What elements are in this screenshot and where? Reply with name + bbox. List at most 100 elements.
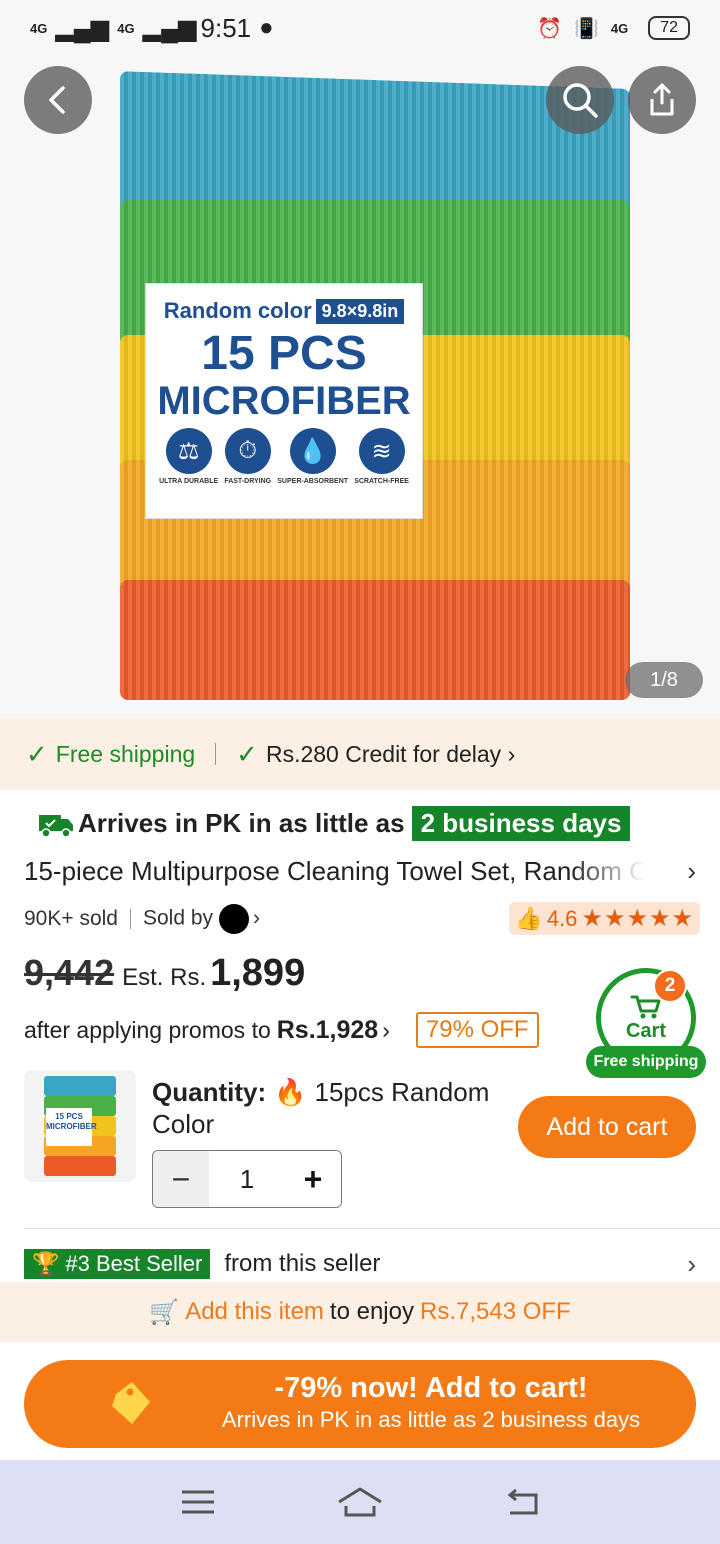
feature-label: SUPER-ABSORBENT	[277, 478, 349, 485]
promo-text: after applying promos to	[24, 1016, 271, 1043]
system-nav-bar	[0, 1460, 720, 1544]
delay-credit-link[interactable]: Rs.280 Credit for delay ›	[266, 741, 515, 768]
rating-stars: ★★★★★	[581, 905, 694, 932]
label-pcs: 15 PCS	[201, 327, 367, 380]
thumbs-up-icon: 👍	[515, 905, 543, 931]
est-label: Est. Rs.	[122, 964, 207, 991]
promo-banner[interactable]: 🛒 Add this item to enjoy Rs.7,543 OFF	[0, 1282, 720, 1342]
thumb-label: 15 PCS MICROFIBER	[46, 1108, 97, 1146]
promo-row[interactable]: after applying promos to Rs.1,928 › 79% …	[24, 1012, 539, 1048]
droplet-icon: 💧	[289, 428, 336, 474]
battery-indicator: 72	[648, 16, 690, 40]
chevron-right-icon: ›	[507, 740, 516, 767]
alarm-icon: ⏰	[537, 17, 562, 40]
increase-button[interactable]: +	[285, 1151, 341, 1207]
product-title: 15-piece Multipurpose Cleaning Towel Set…	[24, 856, 646, 886]
sold-count: 90K+ sold	[24, 906, 118, 930]
trophy-icon: 🏆	[32, 1251, 60, 1276]
best-seller-row[interactable]: 🏆 #3 Best Seller from this seller ›	[24, 1248, 696, 1280]
variant-thumbnail[interactable]: 15 PCS MICROFIBER	[24, 1070, 136, 1182]
back-button[interactable]	[24, 66, 92, 134]
original-price: 9,442	[24, 952, 115, 993]
delay-credit-label: Rs.280 Credit for delay	[265, 740, 502, 767]
timer-icon: ⏱	[224, 428, 271, 474]
divider	[215, 743, 217, 765]
rating-badge[interactable]: 👍 4.6 ★★★★★	[509, 902, 700, 935]
signal-label-1: 4G	[30, 20, 48, 36]
add-to-cart-button[interactable]: Add to cart	[518, 1096, 696, 1158]
signal-bars-icon: ▂▄▆	[142, 14, 197, 42]
feature-label: ULTRA DURABLE	[159, 478, 219, 485]
current-price: 1,899	[210, 952, 306, 994]
cart-count-badge: 2	[653, 969, 687, 1003]
quantity-block: 15 PCS MICROFIBER Quantity: 🔥 15pcs Random…	[24, 1070, 696, 1220]
chevron-right-icon: ›	[687, 856, 696, 886]
label-random-color: Random color	[163, 298, 312, 323]
cta-headline: -79% now! Add to cart!	[274, 1372, 588, 1404]
back-nav-icon[interactable]	[504, 1487, 540, 1517]
free-shipping-label: Free shipping	[55, 740, 196, 767]
price-tag-icon	[112, 1382, 150, 1424]
back-arrow-icon	[49, 86, 65, 114]
best-seller-label: #3 Best Seller	[65, 1251, 203, 1276]
check-icon: ✓	[236, 738, 258, 769]
home-icon[interactable]	[336, 1486, 384, 1518]
best-seller-text: from this seller	[224, 1250, 381, 1277]
share-icon	[650, 83, 674, 116]
section-divider	[24, 1228, 720, 1229]
chevron-right-icon: ›	[687, 1248, 696, 1279]
divider	[130, 908, 131, 929]
clock: 9:51	[200, 12, 252, 43]
notification-icon: ●	[259, 14, 274, 41]
seller-avatar	[219, 903, 250, 934]
weight-icon: ⚖	[165, 428, 212, 474]
quantity-label-row: Quantity: 🔥 15pcs Random Color	[152, 1076, 512, 1140]
cart-label: Cart	[625, 1019, 666, 1042]
flame-icon: 🔥	[274, 1077, 307, 1107]
sold-by-label: Sold by	[143, 906, 214, 930]
cta-subline: Arrives in PK in as little as 2 business…	[221, 1407, 641, 1432]
promo-banner-amount: Rs.7,543 OFF	[419, 1298, 571, 1325]
scratch-icon: ≋	[358, 428, 405, 474]
check-icon: ✓	[26, 738, 48, 769]
seller-link[interactable]: Sold by ›	[143, 903, 261, 934]
best-seller-badge: 🏆 #3 Best Seller	[24, 1249, 211, 1279]
quantity-stepper: − 1 +	[152, 1150, 342, 1208]
delivery-prefix: Arrives in PK in as little as	[78, 808, 405, 838]
delivery-days-badge: 2 business days	[411, 806, 631, 841]
package-label: Random color 9.8×9.8in 15 PCS MICROFIBER…	[145, 283, 423, 519]
promo-banner-link: Add this item	[185, 1298, 324, 1325]
promo-banner-middle: to enjoy	[329, 1298, 414, 1325]
signal-label-2: 4G	[117, 20, 135, 36]
truck-icon	[39, 814, 73, 838]
image-counter: 1/8	[625, 662, 703, 698]
promo-price: Rs.1,928	[276, 1015, 379, 1044]
feature-label: SCRATCH-FREE	[354, 478, 409, 485]
rating-value: 4.6	[546, 905, 578, 931]
decrease-button[interactable]: −	[153, 1151, 209, 1207]
status-bar: 4G ▂▄▆ 4G ▂▄▆ 9:51 ● ⏰ 📳 4G 72	[0, 0, 720, 56]
cart-plus-icon: 🛒	[149, 1298, 180, 1326]
feature-label: FAST-DRYING	[224, 478, 272, 485]
add-to-cart-cta[interactable]: -79% now! Add to cart! Arrives in PK in …	[24, 1360, 696, 1448]
signal-bars-icon: ▂▄▆	[55, 14, 110, 42]
thumb-band	[44, 1076, 116, 1096]
chevron-right-icon: ›	[382, 1016, 390, 1043]
delivery-estimate: Arrives in PK in as little as 2 business…	[38, 806, 631, 841]
search-button[interactable]	[546, 66, 614, 134]
vibrate-icon: 📳	[573, 17, 599, 40]
menu-icon[interactable]	[180, 1488, 216, 1516]
label-size: 9.8×9.8in	[315, 298, 405, 324]
price-row: 9,442 Est. Rs. 1,899	[24, 952, 305, 995]
label-microfiber: MICROFIBER	[157, 379, 411, 423]
quantity-value[interactable]: 1	[209, 1151, 285, 1207]
share-button[interactable]	[628, 66, 696, 134]
quantity-label: Quantity:	[152, 1077, 267, 1107]
thumb-band	[44, 1156, 116, 1176]
product-title-row[interactable]: 15-piece Multipurpose Cleaning Towel Set…	[24, 856, 696, 887]
product-meta: 90K+ sold Sold by › 👍 4.6 ★★★★★	[24, 902, 700, 935]
network-label: 4G	[610, 20, 629, 36]
shipping-strip: ✓ Free shipping ✓ Rs.280 Credit for dela…	[0, 718, 720, 790]
chevron-right-icon: ›	[253, 906, 261, 930]
discount-badge: 79% OFF	[415, 1012, 539, 1048]
